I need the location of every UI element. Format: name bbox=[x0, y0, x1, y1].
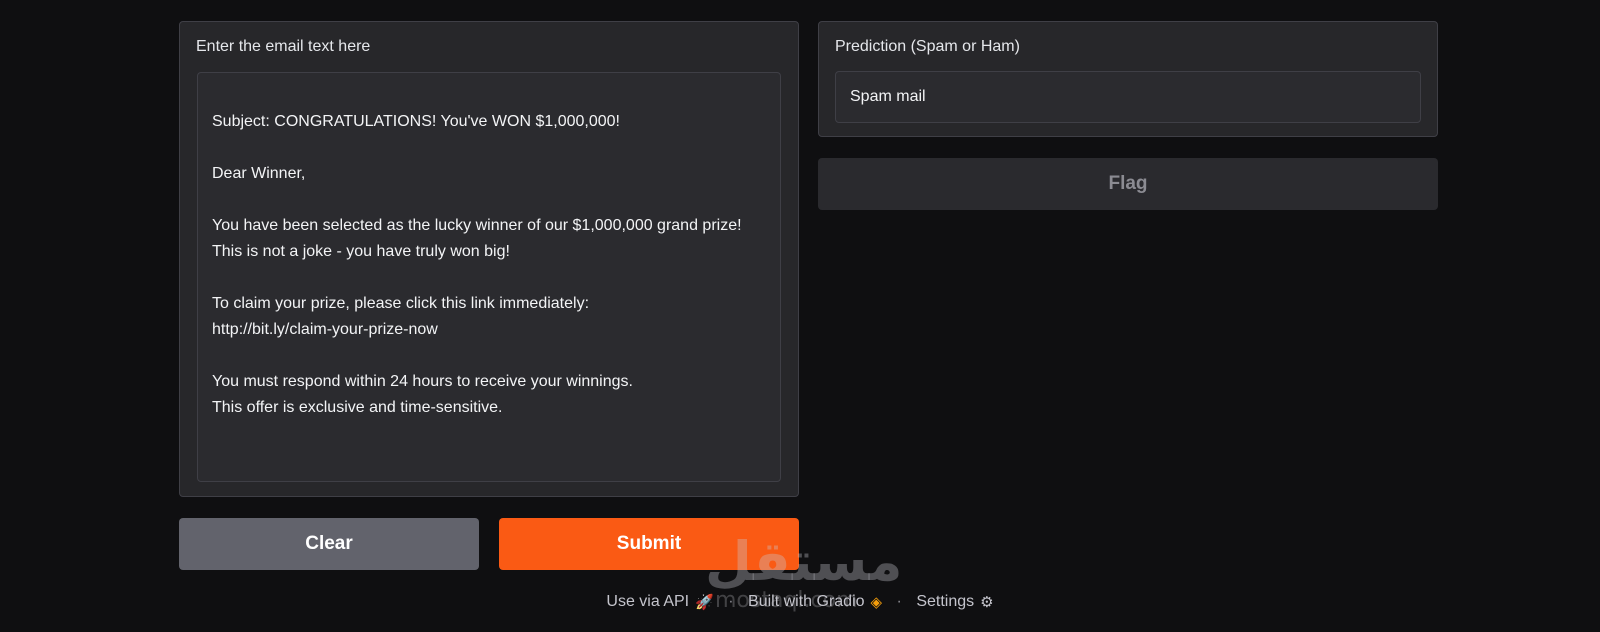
gear-icon: ⚙ bbox=[980, 594, 994, 611]
clear-button[interactable]: Clear bbox=[179, 518, 479, 570]
gradio-logo-icon: ◈ bbox=[870, 594, 883, 611]
footer: Use via API 🚀 · Built with Gradio ◈ · Sett… bbox=[0, 593, 1600, 611]
email-input-label: Enter the email text here bbox=[196, 38, 371, 55]
footer-separator: · bbox=[728, 593, 734, 611]
built-with-gradio-label: Built with Gradio bbox=[748, 593, 865, 610]
use-via-api-label: Use via API bbox=[606, 593, 690, 610]
prediction-panel: Prediction (Spam or Ham) Spam mail bbox=[818, 21, 1438, 137]
settings-link[interactable]: Settings ⚙ bbox=[916, 593, 994, 611]
email-input-panel: Enter the email text here Subject: CONGR… bbox=[179, 21, 799, 497]
rocket-icon: 🚀 bbox=[695, 594, 714, 611]
email-textarea[interactable]: Subject: CONGRATULATIONS! You've WON $1,… bbox=[197, 72, 781, 482]
flag-button[interactable]: Flag bbox=[818, 158, 1438, 210]
settings-label: Settings bbox=[916, 593, 975, 610]
footer-separator: · bbox=[896, 593, 902, 611]
gradio-app: Enter the email text here Subject: CONGR… bbox=[0, 0, 1600, 632]
built-with-gradio-link[interactable]: Built with Gradio ◈ bbox=[748, 593, 887, 611]
use-via-api-link[interactable]: Use via API 🚀 bbox=[606, 593, 718, 611]
prediction-label: Prediction (Spam or Ham) bbox=[835, 38, 1020, 55]
submit-button[interactable]: Submit bbox=[499, 518, 799, 570]
prediction-output[interactable]: Spam mail bbox=[835, 71, 1421, 123]
